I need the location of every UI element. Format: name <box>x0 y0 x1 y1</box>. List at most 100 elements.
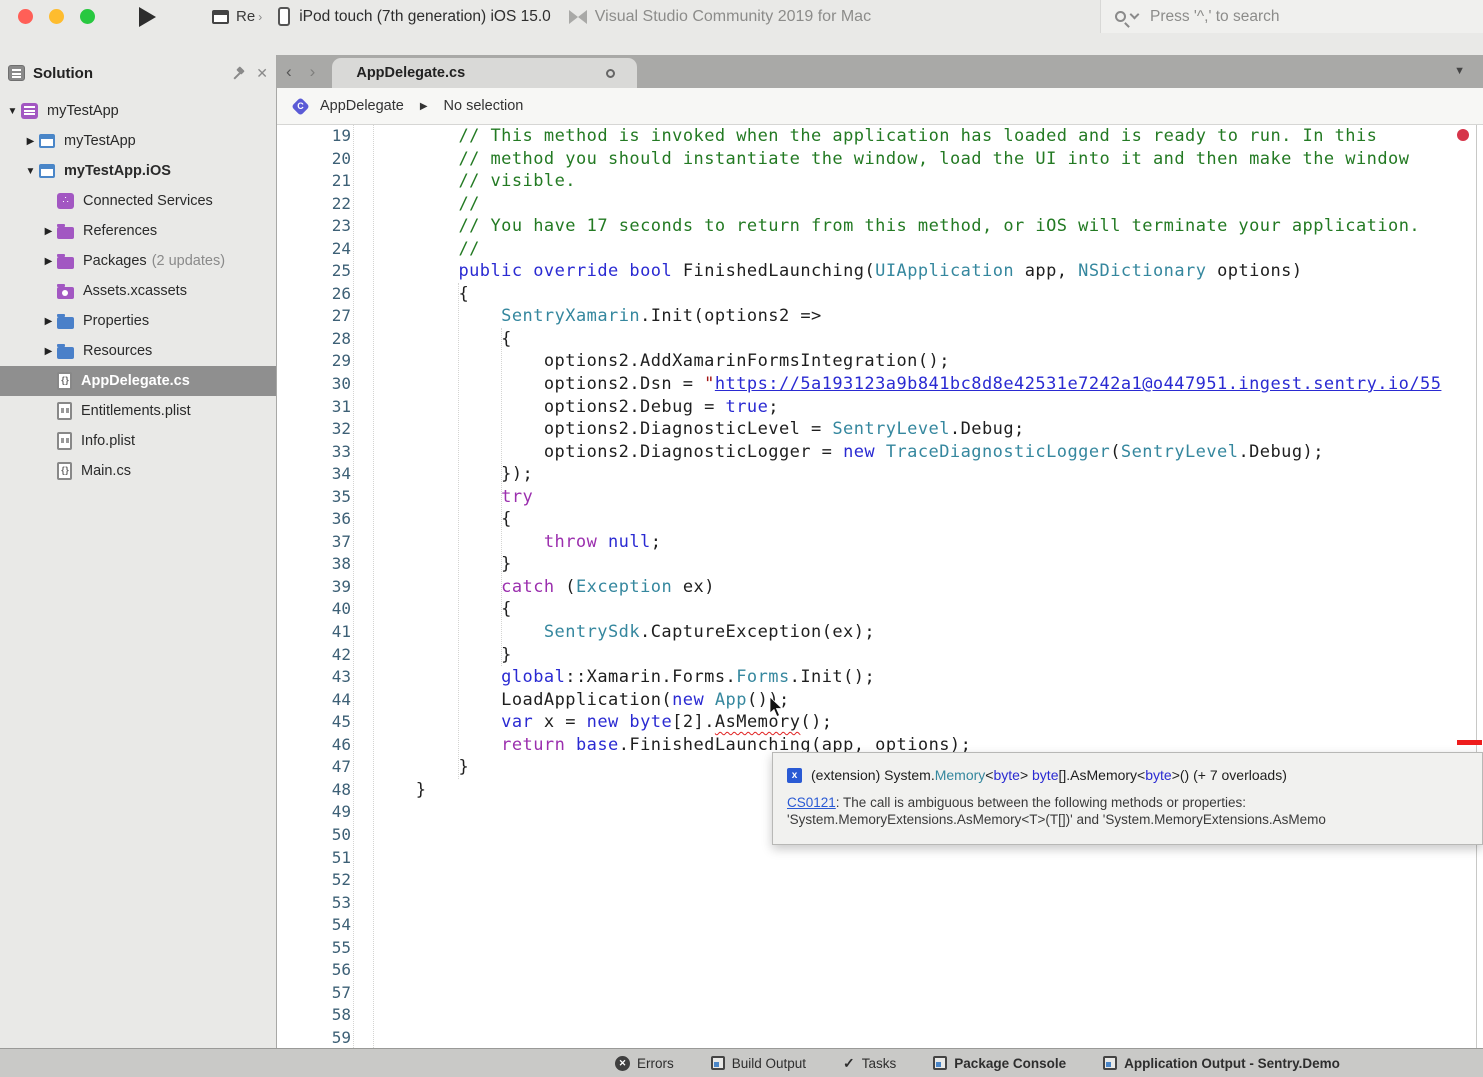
disclosure-arrow-icon[interactable]: ▼ <box>22 166 39 177</box>
code-line-59[interactable]: 59 <box>277 1027 1483 1048</box>
line-number[interactable]: 48 <box>277 779 351 802</box>
line-number[interactable]: 35 <box>277 486 351 509</box>
code-editor[interactable]: 19// This method is invoked when the app… <box>277 125 1483 1048</box>
code-line-51[interactable]: 51 <box>277 847 1483 870</box>
disclosure-arrow-icon[interactable]: ▶ <box>22 136 39 147</box>
navigate-back-button[interactable]: ‹ <box>277 62 301 82</box>
scrollbar-error-indicator[interactable] <box>1457 129 1469 141</box>
panel-button-errors[interactable]: Errors <box>615 1056 674 1071</box>
line-number[interactable]: 41 <box>277 621 351 644</box>
line-number[interactable]: 26 <box>277 283 351 306</box>
zoom-window-button[interactable] <box>80 9 95 24</box>
line-number[interactable]: 55 <box>277 937 351 960</box>
code-line-58[interactable]: 58 <box>277 1004 1483 1027</box>
line-number[interactable]: 46 <box>277 734 351 757</box>
disclosure-arrow-icon[interactable]: ▼ <box>4 106 21 117</box>
line-number[interactable]: 47 <box>277 756 351 779</box>
sidebar-item-entitlements-plist[interactable]: Entitlements.plist <box>0 396 276 426</box>
line-number[interactable]: 54 <box>277 914 351 937</box>
minimize-window-button[interactable] <box>49 9 64 24</box>
line-number[interactable]: 42 <box>277 644 351 667</box>
error-code-link[interactable]: CS0121 <box>787 795 836 810</box>
code-line-19[interactable]: 19// This method is invoked when the app… <box>277 125 1483 148</box>
sidebar-item-mytestapp-ios[interactable]: ▼myTestApp.iOS <box>0 156 276 186</box>
code-line-23[interactable]: 23// You have 17 seconds to return from … <box>277 215 1483 238</box>
device-selector[interactable]: iPod touch (7th generation) iOS 15.0 <box>299 8 551 26</box>
line-number[interactable]: 28 <box>277 328 351 351</box>
line-number[interactable]: 36 <box>277 508 351 531</box>
line-number[interactable]: 38 <box>277 553 351 576</box>
code-line-24[interactable]: 24// <box>277 238 1483 261</box>
line-number[interactable]: 50 <box>277 824 351 847</box>
sidebar-item-mytestapp[interactable]: ▶myTestApp <box>0 126 276 156</box>
line-number[interactable]: 53 <box>277 892 351 915</box>
line-number[interactable]: 32 <box>277 418 351 441</box>
line-number[interactable]: 51 <box>277 847 351 870</box>
sidebar-item-assets-xcassets[interactable]: Assets.xcassets <box>0 276 276 306</box>
configuration-selector[interactable]: Re <box>236 8 255 25</box>
scrollbar[interactable] <box>1476 125 1477 1048</box>
scrollbar-error-marker[interactable] <box>1457 740 1482 745</box>
line-number[interactable]: 30 <box>277 373 351 396</box>
disclosure-arrow-icon[interactable]: ▶ <box>40 256 57 267</box>
code-line-56[interactable]: 56 <box>277 959 1483 982</box>
sidebar-item-references[interactable]: ▶References <box>0 216 276 246</box>
sidebar-item-info-plist[interactable]: Info.plist <box>0 426 276 456</box>
sidebar-item-appdelegate-cs[interactable]: AppDelegate.cs <box>0 366 276 396</box>
line-number[interactable]: 49 <box>277 801 351 824</box>
line-number[interactable]: 31 <box>277 396 351 419</box>
line-number[interactable]: 27 <box>277 305 351 328</box>
line-number[interactable]: 20 <box>277 148 351 171</box>
disclosure-arrow-icon[interactable]: ▶ <box>40 316 57 327</box>
line-number[interactable]: 25 <box>277 260 351 283</box>
code-line-25[interactable]: 25public override bool FinishedLaunching… <box>277 260 1483 283</box>
line-number[interactable]: 44 <box>277 689 351 712</box>
line-number[interactable]: 39 <box>277 576 351 599</box>
line-number[interactable]: 19 <box>277 125 351 148</box>
line-number[interactable]: 33 <box>277 441 351 464</box>
search-input[interactable]: Press '^,' to search <box>1100 0 1483 33</box>
line-number[interactable]: 45 <box>277 711 351 734</box>
line-number[interactable]: 40 <box>277 598 351 621</box>
panel-button-application-output-sentry-demo[interactable]: Application Output - Sentry.Demo <box>1103 1056 1340 1071</box>
line-number[interactable]: 43 <box>277 666 351 689</box>
line-number[interactable]: 34 <box>277 463 351 486</box>
sidebar-item-packages[interactable]: ▶Packages(2 updates) <box>0 246 276 276</box>
line-number[interactable]: 56 <box>277 959 351 982</box>
close-icon[interactable]: ✕ <box>256 65 268 82</box>
line-number[interactable]: 29 <box>277 350 351 373</box>
run-button[interactable] <box>139 7 156 27</box>
line-number[interactable]: 52 <box>277 869 351 892</box>
tab-list-dropdown[interactable]: ▼ <box>1454 65 1465 77</box>
code-line-22[interactable]: 22// <box>277 193 1483 216</box>
line-number[interactable]: 57 <box>277 982 351 1005</box>
line-number[interactable]: 23 <box>277 215 351 238</box>
breadcrumb-class[interactable]: AppDelegate <box>320 98 404 114</box>
code-line-53[interactable]: 53 <box>277 892 1483 915</box>
disclosure-arrow-icon[interactable]: ▶ <box>40 346 57 357</box>
code-line-20[interactable]: 20// method you should instantiate the w… <box>277 148 1483 171</box>
breadcrumb-selection[interactable]: No selection <box>444 98 524 114</box>
pin-icon[interactable] <box>232 66 246 80</box>
line-number[interactable]: 58 <box>277 1004 351 1027</box>
panel-button-package-console[interactable]: Package Console <box>933 1056 1066 1071</box>
line-number[interactable]: 37 <box>277 531 351 554</box>
code-line-52[interactable]: 52 <box>277 869 1483 892</box>
tab-appdelegate[interactable]: AppDelegate.cs <box>332 58 637 88</box>
disclosure-arrow-icon[interactable]: ▶ <box>40 226 57 237</box>
code-line-55[interactable]: 55 <box>277 937 1483 960</box>
panel-button-build-output[interactable]: Build Output <box>711 1056 806 1071</box>
sidebar-item-properties[interactable]: ▶Properties <box>0 306 276 336</box>
sidebar-item-main-cs[interactable]: Main.cs <box>0 456 276 486</box>
code-line-21[interactable]: 21// visible. <box>277 170 1483 193</box>
line-number[interactable]: 22 <box>277 193 351 216</box>
code-line-54[interactable]: 54 <box>277 914 1483 937</box>
line-number[interactable]: 59 <box>277 1027 351 1048</box>
sidebar-item-connected-services[interactable]: Connected Services <box>0 186 276 216</box>
code-line-57[interactable]: 57 <box>277 982 1483 1005</box>
sidebar-item-resources[interactable]: ▶Resources <box>0 336 276 366</box>
line-number[interactable]: 24 <box>277 238 351 261</box>
close-window-button[interactable] <box>18 9 33 24</box>
sidebar-item-mytestapp[interactable]: ▼myTestApp <box>0 96 276 126</box>
panel-button-tasks[interactable]: ✓Tasks <box>843 1055 896 1072</box>
